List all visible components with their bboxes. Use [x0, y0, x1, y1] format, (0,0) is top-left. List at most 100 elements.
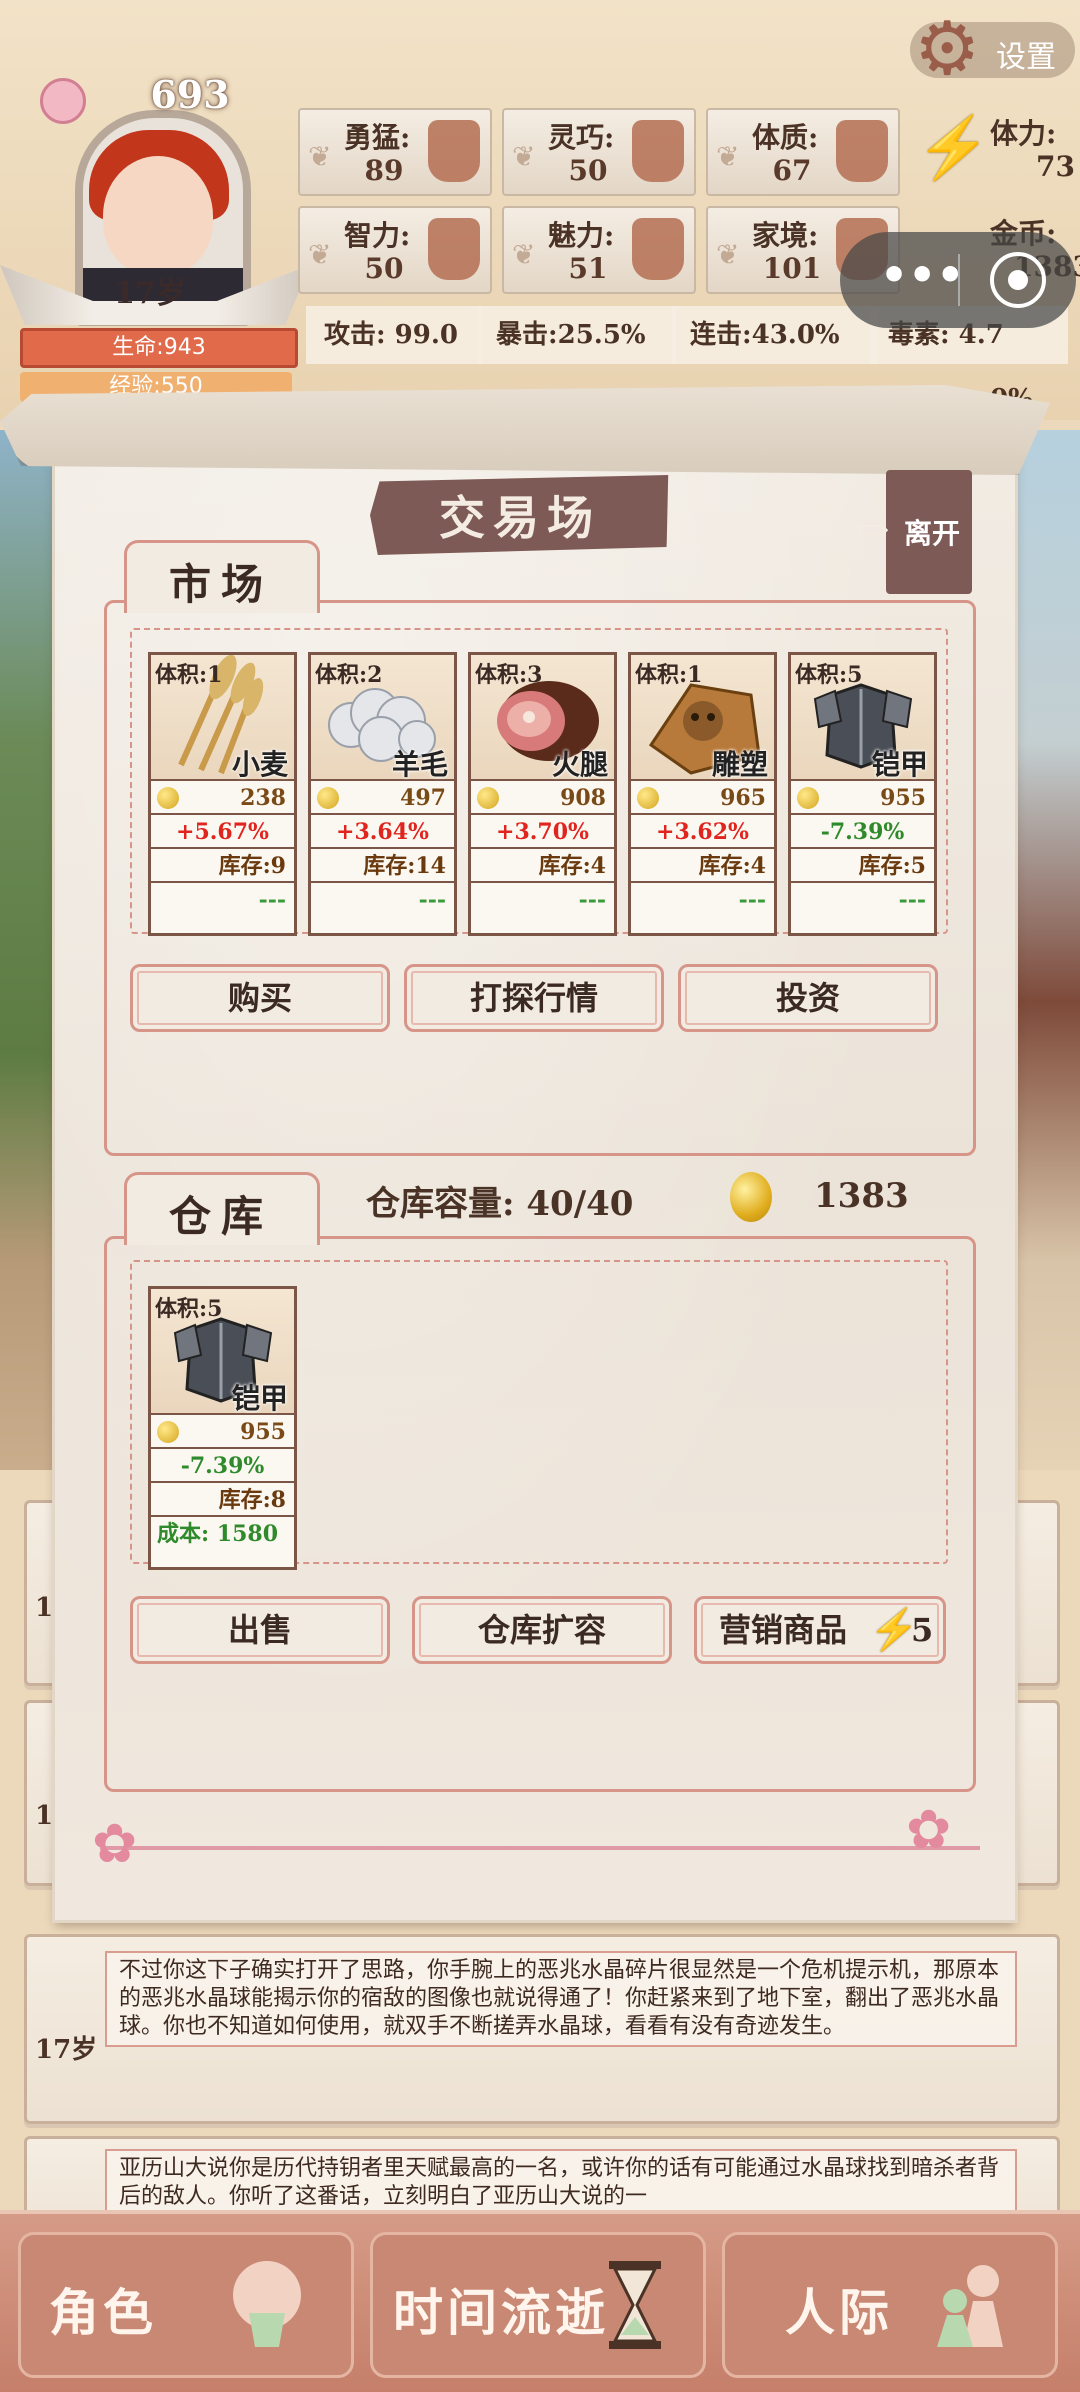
- item-cost: 成本: 1580: [157, 1521, 279, 1547]
- event-text: 不过你这下子确实打开了思路，你手腕上的恶兆水晶碎片很显然是一个危机提示机，那原本…: [105, 1951, 1017, 2047]
- market-item-ham[interactable]: 体积:3 火腿 908 +3.70% 库存:4 ---: [468, 652, 617, 936]
- close-icon[interactable]: [990, 252, 1046, 308]
- item-stock: 库存:4: [631, 849, 774, 883]
- nav-character[interactable]: 角色: [18, 2232, 354, 2378]
- stat-value: 89: [364, 154, 404, 187]
- item-extra: ---: [898, 887, 926, 913]
- item-image: 体积:5 铠甲: [791, 655, 934, 781]
- ornament-icon: ❦: [716, 140, 740, 173]
- stat-label: 灵巧:: [548, 121, 615, 154]
- item-price-value: 955: [240, 1419, 286, 1445]
- ornament-icon: ❦: [512, 238, 536, 271]
- stat-value: 101: [762, 252, 822, 285]
- coin-icon: [157, 1421, 179, 1443]
- warehouse-coins: 1383: [814, 1176, 909, 1216]
- stat-label: 智力:: [344, 219, 411, 252]
- capsule-divider: [958, 254, 960, 306]
- item-volume: 体积:5: [795, 662, 863, 688]
- hp-bar: 生命:943: [20, 328, 298, 368]
- warehouse-item-armor[interactable]: 体积:5 铠甲 955 -7.39% 库存:8 成本: 1580: [148, 1286, 297, 1570]
- cloak-icon: [632, 120, 684, 182]
- item-image: 体积:1 小麦: [151, 655, 294, 781]
- panel-title: 交易场: [439, 491, 601, 545]
- item-change: -7.39%: [791, 815, 934, 849]
- item-price: 908: [471, 781, 614, 815]
- invest-button[interactable]: 投资: [678, 964, 938, 1032]
- market-item-wheat[interactable]: 体积:1 小麦 238 +5.67% 库存:9 ---: [148, 652, 297, 936]
- miniprogram-capsule[interactable]: •••: [840, 232, 1076, 328]
- item-change: +3.62%: [631, 815, 774, 849]
- leave-button[interactable]: ⇨ 离开: [856, 470, 972, 594]
- divider-ornament: [100, 1846, 980, 1850]
- stat-intelligence: ❦ 智力: 50: [298, 206, 492, 294]
- warehouse-tab: 仓库: [124, 1172, 320, 1245]
- coin-icon: [157, 787, 179, 809]
- event-card[interactable]: 17岁 不过你这下子确实打开了思路，你手腕上的恶兆水晶碎片很显然是一个危机提示机…: [24, 1934, 1060, 2124]
- item-stock: 库存:4: [471, 849, 614, 883]
- item-price-value: 238: [240, 785, 286, 811]
- player-score: 693: [150, 72, 230, 117]
- item-volume: 体积:5: [155, 1296, 223, 1322]
- nav-time-passes[interactable]: 时间流逝: [370, 2232, 706, 2378]
- stat-crit: 暴击:25.5%: [478, 306, 676, 364]
- item-name: 铠甲: [871, 748, 928, 781]
- muscle-icon: [836, 120, 888, 182]
- item-extra: ---: [578, 887, 606, 913]
- coin-icon: [797, 787, 819, 809]
- stat-label: 魅力:: [548, 219, 615, 252]
- item-volume: 体积:1: [635, 662, 703, 688]
- market-item-sculpture[interactable]: 体积:1 雕塑 965 +3.62% 库存:4 ---: [628, 652, 777, 936]
- item-price-value: 965: [720, 785, 766, 811]
- stat-label: 体质:: [752, 121, 819, 154]
- character-icon: [233, 2261, 301, 2347]
- coin-icon: [317, 787, 339, 809]
- nav-social[interactable]: 人际: [722, 2232, 1058, 2378]
- item-price-value: 497: [400, 785, 446, 811]
- stat-courage: ❦ 勇猛: 89: [298, 108, 492, 196]
- item-price-value: 955: [880, 785, 926, 811]
- scroll-top-curl: [0, 385, 1050, 475]
- item-volume: 体积:2: [315, 662, 383, 688]
- item-volume: 体积:3: [475, 662, 543, 688]
- item-price: 238: [151, 781, 294, 815]
- stat-value: 51: [568, 252, 608, 285]
- stat-combo: 连击:43.0%: [672, 306, 878, 364]
- market-item-wool[interactable]: 体积:2 羊毛 497 +3.64% 库存:14 ---: [308, 652, 457, 936]
- item-name: 雕塑: [711, 748, 768, 781]
- item-price: 955: [151, 1415, 294, 1449]
- item-image: 体积:2 羊毛: [311, 655, 454, 781]
- sell-button[interactable]: 出售: [130, 1596, 390, 1664]
- item-image: 体积:3 火腿: [471, 655, 614, 781]
- item-name: 火腿: [551, 748, 608, 781]
- item-name: 羊毛: [391, 748, 448, 781]
- avatar-face: [103, 156, 213, 276]
- fist-icon: [428, 120, 480, 182]
- market-item-armor[interactable]: 体积:5 铠甲 955 -7.39% 库存:5 ---: [788, 652, 937, 936]
- stat-agility: ❦ 灵巧: 50: [502, 108, 696, 196]
- buy-button[interactable]: 购买: [130, 964, 390, 1032]
- scout-market-button[interactable]: 打探行情: [404, 964, 664, 1032]
- expand-warehouse-button[interactable]: 仓库扩容: [412, 1596, 672, 1664]
- settings-button[interactable]: ⚙ 设置: [910, 12, 1075, 86]
- settings-label: 设置: [996, 40, 1056, 75]
- item-extra: ---: [738, 887, 766, 913]
- ornament-icon: ❦: [716, 238, 740, 271]
- arrow-right-icon: ⇨: [856, 506, 890, 553]
- stat-constitution: ❦ 体质: 67: [706, 108, 900, 196]
- flower-icon: [632, 218, 684, 280]
- stat-charm: ❦ 魅力: 51: [502, 206, 696, 294]
- stat-value: 50: [568, 154, 608, 187]
- stat-value: 67: [772, 154, 812, 187]
- energy-label: 体力:: [990, 117, 1057, 150]
- gear-icon: ⚙: [914, 6, 981, 92]
- nav-character-label: 角色: [49, 2283, 157, 2342]
- item-price: 497: [311, 781, 454, 815]
- market-goods-button[interactable]: 营销商品 ⚡ 5: [694, 1596, 946, 1664]
- item-image: 体积:5 铠甲: [151, 1289, 294, 1415]
- item-volume: 体积:1: [155, 662, 223, 688]
- coin-icon: [637, 787, 659, 809]
- flower-ornament-icon: ✿: [92, 1812, 138, 1875]
- lightning-icon: ⚡: [916, 113, 991, 183]
- market-tab: 市场: [124, 540, 320, 613]
- more-icon[interactable]: •••: [880, 250, 964, 301]
